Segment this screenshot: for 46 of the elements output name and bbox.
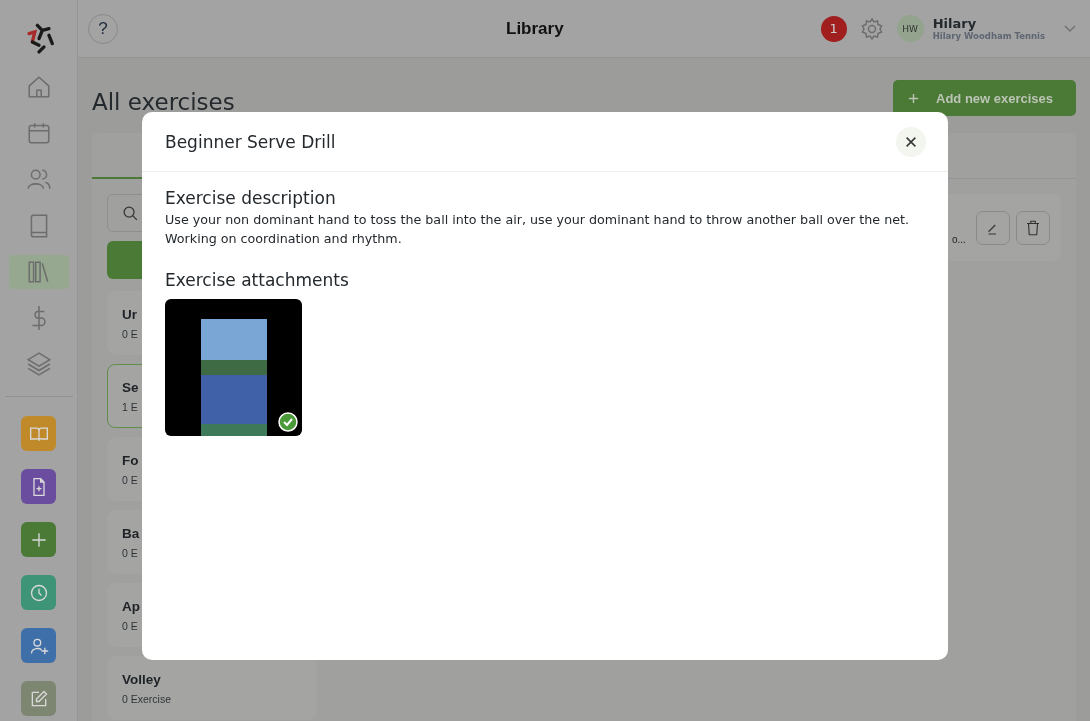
- delete-button[interactable]: [1016, 210, 1050, 245]
- add-exercises-button[interactable]: Add new exercises: [893, 80, 1076, 116]
- exercise-description: Use your non dominant hand to toss the ball into the air, use your dominant hand to throw another ball over the net. Working on coordination and rhythm.: [165, 211, 911, 248]
- shortcut-button[interactable]: [21, 628, 56, 663]
- shortcut-button[interactable]: [21, 416, 56, 451]
- category-name: Ba: [122, 525, 141, 541]
- exercise-snippet: o...: [952, 234, 967, 245]
- user-name: Hilary: [932, 16, 978, 31]
- notification-badge[interactable]: 1: [820, 15, 847, 42]
- active-tab-underline: [92, 177, 142, 179]
- user-organization: Hilary Woodham Tennis: [932, 31, 1045, 41]
- category-name: Fo: [122, 452, 140, 468]
- trash-icon: [1024, 218, 1042, 237]
- page-title: Library: [506, 18, 564, 39]
- nav-item[interactable]: [8, 255, 69, 289]
- plus-icon: [908, 92, 919, 104]
- modal-title: Beginner Serve Drill: [165, 131, 336, 152]
- video-thumbnail[interactable]: [165, 299, 302, 436]
- clock-icon: [28, 582, 49, 603]
- category-name: Volley: [122, 671, 162, 687]
- settings-icon[interactable]: [859, 16, 884, 41]
- search-icon: [122, 204, 139, 222]
- category-count: 0 E: [122, 546, 139, 559]
- category-count: 1 E: [122, 400, 139, 413]
- category-name: Ap: [122, 598, 141, 614]
- description-heading: Exercise description: [165, 188, 337, 208]
- shortcut-button[interactable]: [21, 681, 56, 716]
- shortcut-button[interactable]: [21, 522, 56, 557]
- category-name: Se: [122, 379, 140, 395]
- attachments-heading: Exercise attachments: [165, 270, 350, 290]
- close-icon: [904, 134, 918, 149]
- category-card[interactable]: Volley 0 Exercise: [107, 656, 317, 720]
- layers-icon: [25, 351, 52, 378]
- category-name: Ur: [122, 306, 138, 322]
- chevron-down-icon[interactable]: [1064, 24, 1076, 33]
- calendar-icon: [25, 120, 52, 147]
- shortcut-button[interactable]: [21, 575, 56, 610]
- close-button[interactable]: [896, 126, 926, 157]
- category-count: 0 E: [122, 473, 139, 486]
- shortcut-button[interactable]: [21, 469, 56, 504]
- category-count: 0 Exercise: [122, 692, 173, 705]
- user-avatar[interactable]: HW: [896, 15, 924, 42]
- category-count: 0 E: [122, 619, 139, 632]
- page-heading: All exercises: [92, 88, 235, 115]
- edit-button[interactable]: [976, 210, 1010, 245]
- category-count: 0 E: [122, 327, 139, 340]
